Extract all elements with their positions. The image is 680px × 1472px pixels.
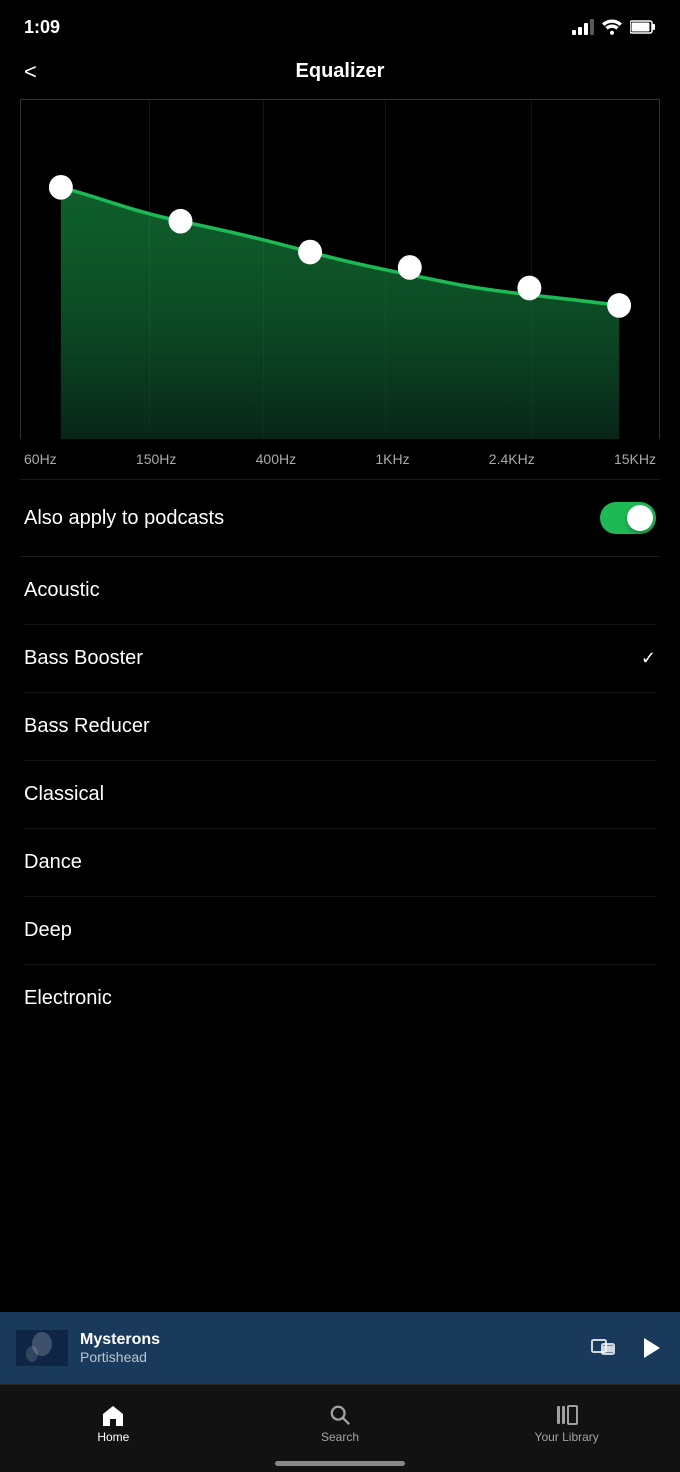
preset-name-bass-booster: Bass Booster	[24, 647, 143, 670]
library-icon	[555, 1404, 579, 1426]
home-icon	[101, 1404, 125, 1426]
preset-deep[interactable]: Deep	[24, 897, 656, 965]
preset-dance[interactable]: Dance	[24, 829, 656, 897]
podcast-toggle-row[interactable]: Also apply to podcasts	[0, 480, 680, 556]
freq-60hz: 60Hz	[24, 451, 57, 467]
search-icon	[329, 1404, 351, 1426]
podcast-toggle-switch[interactable]	[600, 502, 656, 534]
freq-15khz: 15KHz	[614, 451, 656, 467]
preset-classical[interactable]: Classical	[24, 761, 656, 829]
play-icon[interactable]	[638, 1335, 664, 1361]
page-title: Equalizer	[296, 60, 385, 83]
home-indicator	[275, 1461, 405, 1466]
tab-library-label: Your Library	[535, 1430, 599, 1444]
now-playing-bar[interactable]: Mysterons Portishead	[0, 1312, 680, 1384]
back-button[interactable]: <	[24, 59, 37, 85]
tab-home-label: Home	[97, 1430, 129, 1444]
tab-library[interactable]: Your Library	[453, 1394, 680, 1444]
preset-name-electronic: Electronic	[24, 987, 112, 1010]
header: < Equalizer	[0, 50, 680, 99]
freq-24khz: 2.4KHz	[489, 451, 535, 467]
status-bar: 1:09	[0, 0, 680, 50]
equalizer-chart[interactable]: 60Hz 150Hz 400Hz 1KHz 2.4KHz 15KHz	[0, 99, 680, 479]
eq-frequency-labels: 60Hz 150Hz 400Hz 1KHz 2.4KHz 15KHz	[20, 443, 660, 467]
preset-name-bass-reducer: Bass Reducer	[24, 715, 150, 738]
tab-bar: Home Search Your Library	[0, 1384, 680, 1472]
preset-name-dance: Dance	[24, 851, 82, 874]
preset-list: Acoustic Bass Booster ✓ Bass Reducer Cla…	[0, 557, 680, 1032]
preset-bass-booster[interactable]: Bass Booster ✓	[24, 625, 656, 693]
connect-icon[interactable]	[590, 1334, 618, 1362]
status-icons	[572, 19, 656, 35]
preset-acoustic[interactable]: Acoustic	[24, 557, 656, 625]
now-playing-controls	[590, 1334, 664, 1362]
toggle-knob	[627, 505, 653, 531]
freq-150hz: 150Hz	[136, 451, 176, 467]
podcast-toggle-label: Also apply to podcasts	[24, 507, 224, 530]
tab-search-label: Search	[321, 1430, 359, 1444]
battery-icon	[630, 20, 656, 34]
wifi-icon	[602, 19, 622, 35]
preset-bass-reducer[interactable]: Bass Reducer	[24, 693, 656, 761]
freq-1khz: 1KHz	[375, 451, 409, 467]
now-playing-artist: Portishead	[80, 1349, 578, 1365]
preset-name-classical: Classical	[24, 783, 104, 806]
preset-name-deep: Deep	[24, 919, 72, 942]
checkmark-icon: ✓	[641, 648, 656, 669]
eq-canvas[interactable]	[20, 99, 660, 439]
preset-electronic[interactable]: Electronic	[24, 965, 656, 1032]
signal-icon	[572, 19, 594, 35]
preset-name-acoustic: Acoustic	[24, 579, 100, 602]
eq-curve-svg	[21, 100, 659, 439]
freq-400hz: 400Hz	[256, 451, 296, 467]
now-playing-title: Mysterons	[80, 1331, 578, 1349]
tab-search[interactable]: Search	[227, 1394, 454, 1444]
status-time: 1:09	[24, 17, 60, 38]
tab-home[interactable]: Home	[0, 1394, 227, 1444]
now-playing-thumbnail	[16, 1322, 68, 1374]
now-playing-info: Mysterons Portishead	[68, 1331, 590, 1365]
